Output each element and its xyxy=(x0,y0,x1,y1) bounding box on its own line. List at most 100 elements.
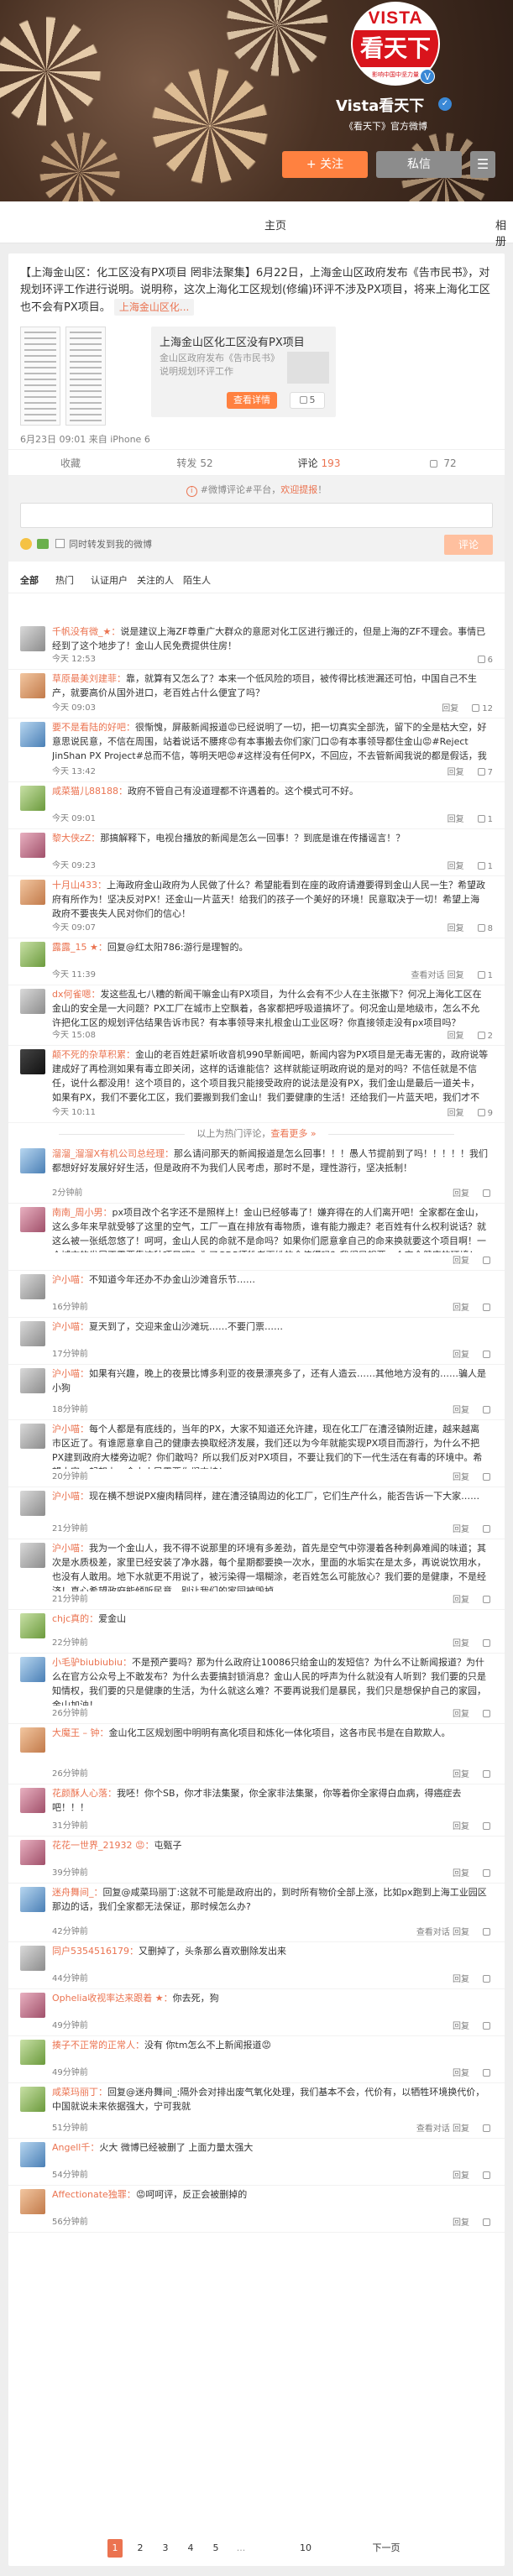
comment-like-button[interactable] xyxy=(483,1596,493,1605)
follow-button[interactable]: + 关注 xyxy=(282,151,368,178)
commenter-name[interactable]: 沪小喵： xyxy=(52,1368,89,1379)
commenter-avatar[interactable] xyxy=(20,1993,45,2018)
comment-reply-button[interactable]: 回复 xyxy=(453,1639,469,1649)
commenter-name[interactable]: 揍子不正常的正常人： xyxy=(52,2040,144,2051)
comment-reply-button[interactable]: 回复 xyxy=(453,1822,469,1831)
comment-like-button[interactable] xyxy=(483,1304,493,1313)
comment-reply-button[interactable]: 回复 xyxy=(453,1257,469,1266)
comment-reply-button[interactable]: 回复 xyxy=(448,815,464,824)
page-3[interactable]: 3 xyxy=(158,2539,173,2558)
commenter-name[interactable]: 沪小喵： xyxy=(52,1543,89,1554)
comment-reply-button[interactable]: 回复 xyxy=(453,1406,469,1415)
commenter-avatar[interactable] xyxy=(20,942,45,967)
commenter-avatar[interactable] xyxy=(20,1049,45,1074)
post-time[interactable]: 6月23日 09:01 xyxy=(20,434,86,445)
comment-reply-button[interactable]: 回复 xyxy=(448,924,464,933)
commenter-avatar[interactable] xyxy=(20,1491,45,1516)
comment-like-button[interactable] xyxy=(483,1639,493,1649)
commenter-avatar[interactable] xyxy=(20,673,45,698)
commenter-name[interactable]: 要不是看陆的好吧： xyxy=(52,722,135,733)
comment-like-button[interactable] xyxy=(483,1257,493,1266)
page-1[interactable]: 1 xyxy=(107,2539,123,2558)
commenter-name[interactable]: 迷舟舞间_： xyxy=(52,1887,103,1898)
commenter-name[interactable]: Ophelia收视率达来跟着 ★： xyxy=(52,1993,173,2004)
commenter-name[interactable]: 同户5354516179： xyxy=(52,1946,139,1957)
page-5[interactable]: 5 xyxy=(208,2539,223,2558)
commenter-name[interactable]: 沪小喵： xyxy=(52,1274,89,1285)
commenter-avatar[interactable] xyxy=(20,1543,45,1568)
commenter-avatar[interactable] xyxy=(20,2040,45,2065)
page-2[interactable]: 2 xyxy=(133,2539,148,2558)
comment-like-button[interactable] xyxy=(483,1928,493,1937)
comment-reply-button[interactable]: 回复 xyxy=(448,1109,464,1118)
comment-like-button[interactable] xyxy=(483,1473,493,1482)
comment-reply-button[interactable]: 查看对话 回复 xyxy=(411,971,463,980)
commenter-name[interactable]: 大魔王 – 钟： xyxy=(52,1727,109,1738)
comment-like-button[interactable]: 6 xyxy=(477,656,493,665)
filter-all[interactable]: 全部 xyxy=(20,573,39,587)
comment-like-button[interactable] xyxy=(483,1770,493,1779)
commenter-avatar[interactable] xyxy=(20,1321,45,1346)
comment-like-button[interactable] xyxy=(483,1975,493,1984)
commenter-name[interactable]: 沪小喵： xyxy=(52,1321,89,1332)
comment-reply-button[interactable]: 回复 xyxy=(442,704,458,713)
commenter-avatar[interactable] xyxy=(20,1727,45,1753)
comment-reply-button[interactable]: 查看对话 回复 xyxy=(416,1928,469,1937)
comment-reply-button[interactable]: 回复 xyxy=(448,862,464,871)
comment-reply-button[interactable]: 回复 xyxy=(453,1525,469,1534)
comment-reply-button[interactable]: 回复 xyxy=(453,1304,469,1313)
comment-reply-button[interactable]: 回复 xyxy=(453,1770,469,1779)
share-like-button[interactable]: 5 xyxy=(290,392,325,409)
shared-article-card[interactable]: 上海金山区化工区没有PX项目 金山区政府发布《告市民书》说明规划环评工作 查看详… xyxy=(151,327,336,417)
commenter-avatar[interactable] xyxy=(20,1657,45,1682)
commenter-avatar[interactable] xyxy=(20,833,45,858)
report-link[interactable]: 欢迎提报 xyxy=(280,484,317,495)
comment-reply-button[interactable]: 回复 xyxy=(448,1032,464,1041)
comment-reply-button[interactable]: 回复 xyxy=(448,768,464,777)
commenter-name[interactable]: 小毛驴biubiubiu： xyxy=(52,1657,132,1668)
comment-like-button[interactable] xyxy=(483,1351,493,1360)
comment-like-button[interactable] xyxy=(483,1406,493,1415)
tab-album[interactable]: 相册 xyxy=(495,217,513,248)
page-4[interactable]: 4 xyxy=(183,2539,198,2558)
comment-like-button[interactable]: 1 xyxy=(477,971,493,980)
commenter-name[interactable]: 花花一世界_21932 😡： xyxy=(52,1840,154,1851)
submit-comment-button[interactable]: 评论 xyxy=(444,535,493,555)
comment-like-button[interactable] xyxy=(483,2218,493,2228)
commenter-name[interactable]: 咸菜玛丽丁： xyxy=(52,2087,107,2098)
like-button[interactable]: 72 xyxy=(381,450,505,477)
filter-following[interactable]: 关注的人 xyxy=(137,573,174,587)
comment-reply-button[interactable]: 回复 xyxy=(453,2218,469,2228)
commenter-name[interactable]: Affectionate独罪： xyxy=(52,2189,136,2200)
repost-button[interactable]: 转发 52 xyxy=(133,450,257,477)
view-more-link[interactable]: 查看更多 » xyxy=(270,1128,316,1139)
commenter-avatar[interactable] xyxy=(20,1207,45,1232)
comment-button[interactable]: 评论 193 xyxy=(257,450,381,477)
comment-like-button[interactable]: 1 xyxy=(477,862,493,871)
commenter-name[interactable]: 草原最美刘建菲： xyxy=(52,673,126,684)
commenter-avatar[interactable] xyxy=(20,1946,45,1971)
comment-reply-button[interactable]: 回复 xyxy=(453,2171,469,2181)
filter-hot[interactable]: 热门 xyxy=(55,573,74,587)
emoji-icon[interactable] xyxy=(20,538,32,550)
commenter-avatar[interactable] xyxy=(20,1840,45,1865)
filter-strangers[interactable]: 陌生人 xyxy=(183,573,211,587)
commenter-avatar[interactable] xyxy=(20,880,45,905)
commenter-name[interactable]: 颠不死的杂草积累： xyxy=(52,1049,135,1060)
commenter-avatar[interactable] xyxy=(20,1424,45,1449)
commenter-avatar[interactable] xyxy=(20,2087,45,2112)
commenter-avatar[interactable] xyxy=(20,1788,45,1813)
commenter-avatar[interactable] xyxy=(20,1613,45,1638)
next-page-button[interactable]: 下一页 xyxy=(361,2539,411,2558)
commenter-name[interactable]: Angell千： xyxy=(52,2142,99,2153)
filter-verified[interactable]: 认证用户 xyxy=(91,573,128,587)
comment-like-button[interactable] xyxy=(483,1710,493,1719)
commenter-avatar[interactable] xyxy=(20,786,45,811)
commenter-name[interactable]: 花颜酥人心落： xyxy=(52,1788,117,1799)
comment-reply-button[interactable]: 回复 xyxy=(453,1189,469,1199)
commenter-name[interactable]: 沪小喵： xyxy=(52,1424,89,1434)
commenter-name[interactable]: 十月山433： xyxy=(52,880,107,891)
commenter-avatar[interactable] xyxy=(20,989,45,1014)
comment-like-button[interactable]: 9 xyxy=(477,1109,493,1118)
commenter-name[interactable]: 千帆没有微_★： xyxy=(52,626,120,637)
